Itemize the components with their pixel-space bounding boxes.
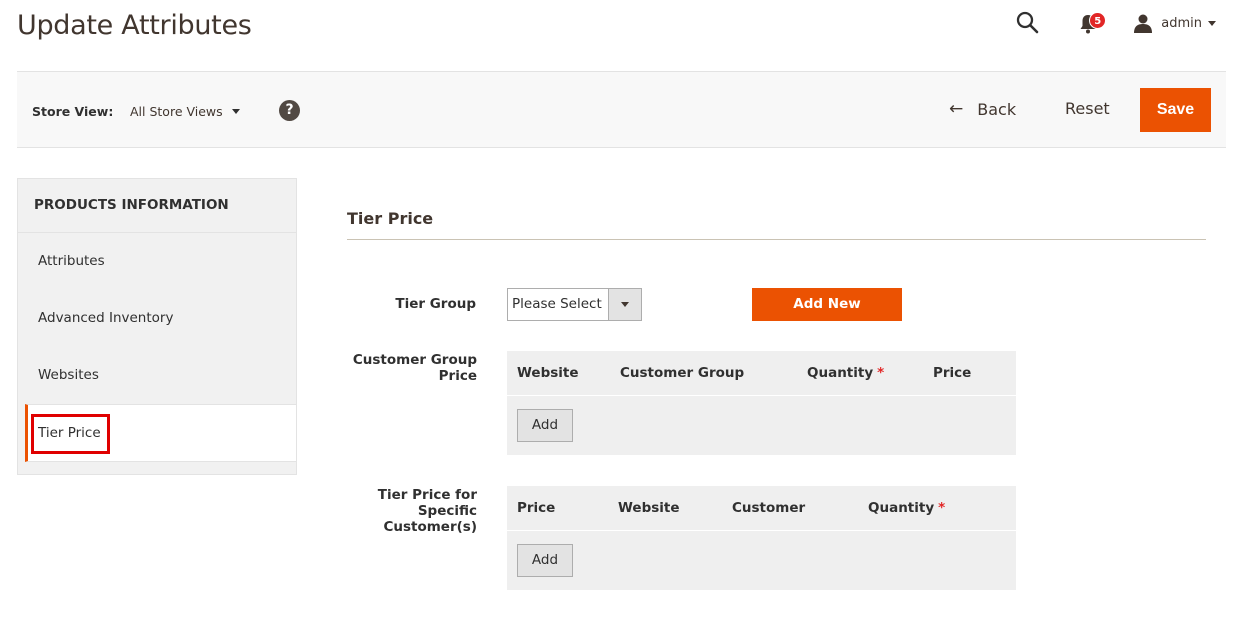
column-header-price: Price: [517, 500, 556, 516]
column-header-customer: Customer: [732, 500, 806, 516]
label-line: Tier Price for: [377, 487, 477, 503]
sidebar-item-label: Websites: [38, 367, 99, 383]
sidebar-item-websites[interactable]: Websites: [18, 347, 296, 404]
arrow-left-icon: ←: [949, 99, 964, 119]
column-header-website: Website: [618, 500, 680, 516]
label-line: Specific Customer(s): [383, 503, 477, 535]
customer-group-price-label: Customer Group Price: [340, 352, 477, 384]
required-marker: *: [877, 365, 885, 381]
global-search-button[interactable]: [1015, 10, 1041, 36]
add-new-button[interactable]: Add New: [752, 288, 902, 321]
page-actions-toolbar: Store View: All Store Views ? ← Back Res…: [17, 71, 1226, 148]
tier-group-selected-value: Please Select: [512, 296, 602, 312]
column-header-customer-group: Customer Group: [620, 365, 745, 381]
save-button[interactable]: Save: [1140, 88, 1211, 132]
label-line: Price: [438, 368, 477, 384]
column-header-price: Price: [933, 365, 972, 381]
add-row-button[interactable]: Add: [517, 544, 573, 577]
products-information-sidebar: PRODUCTS INFORMATION Attributes Advanced…: [17, 178, 297, 475]
column-header-text: Quantity: [868, 500, 935, 516]
column-header-quantity: Quantity *: [868, 500, 945, 516]
reset-button[interactable]: Reset: [1065, 99, 1110, 118]
user-name: admin: [1161, 15, 1202, 31]
specific-customer-price-grid: Price Website Customer Quantity * Add: [507, 486, 1016, 590]
store-view-label: Store View:: [32, 104, 114, 119]
customer-group-price-grid: Website Customer Group Quantity * Price A…: [507, 351, 1016, 455]
sidebar-item-advanced-inventory[interactable]: Advanced Inventory: [18, 290, 296, 347]
sidebar-item-label: Tier Price: [38, 425, 101, 441]
tier-group-label: Tier Group: [395, 296, 476, 312]
sidebar-item-label: Attributes: [38, 253, 105, 269]
label-line: Customer Group: [352, 352, 477, 368]
header-actions: 5 admin: [1015, 8, 1216, 38]
sidebar-item-attributes[interactable]: Attributes: [18, 233, 296, 290]
grid-body: Add: [507, 396, 1016, 455]
grid-header: Website Customer Group Quantity * Price: [507, 351, 1016, 396]
section-divider: [347, 239, 1206, 240]
grid-body: Add: [507, 531, 1016, 590]
sidebar-item-label: Advanced Inventory: [38, 310, 174, 326]
caret-down-icon: [1208, 20, 1216, 26]
tier-group-select[interactable]: Please Select: [507, 288, 642, 321]
sidebar-item-tier-price[interactable]: Tier Price: [25, 404, 296, 462]
section-title: Tier Price: [347, 209, 434, 228]
caret-down-icon: [231, 109, 240, 114]
notifications-button[interactable]: 5: [1077, 10, 1107, 36]
specific-customer-price-label: Tier Price for Specific Customer(s): [330, 487, 477, 535]
search-icon: [1017, 11, 1039, 34]
user-icon: [1134, 14, 1153, 33]
store-view-switcher[interactable]: All Store Views: [130, 104, 240, 119]
notifications-count-badge: 5: [1089, 12, 1107, 29]
sidebar-footer: [18, 462, 296, 474]
store-view-value: All Store Views: [130, 104, 223, 119]
user-account-menu[interactable]: admin: [1133, 13, 1216, 33]
caret-down-icon: [621, 302, 629, 307]
column-header-text: Quantity: [807, 365, 874, 381]
sidebar-title: PRODUCTS INFORMATION: [18, 179, 296, 233]
back-button[interactable]: ← Back: [949, 99, 1016, 119]
help-icon[interactable]: ?: [279, 100, 300, 121]
column-header-quantity: Quantity *: [807, 365, 884, 381]
column-header-website: Website: [517, 365, 579, 381]
page-title: Update Attributes: [17, 10, 252, 41]
required-marker: *: [938, 500, 946, 516]
add-row-button[interactable]: Add: [517, 409, 573, 442]
select-toggle[interactable]: [608, 289, 641, 320]
grid-header: Price Website Customer Quantity *: [507, 486, 1016, 531]
back-label: Back: [977, 99, 1017, 119]
